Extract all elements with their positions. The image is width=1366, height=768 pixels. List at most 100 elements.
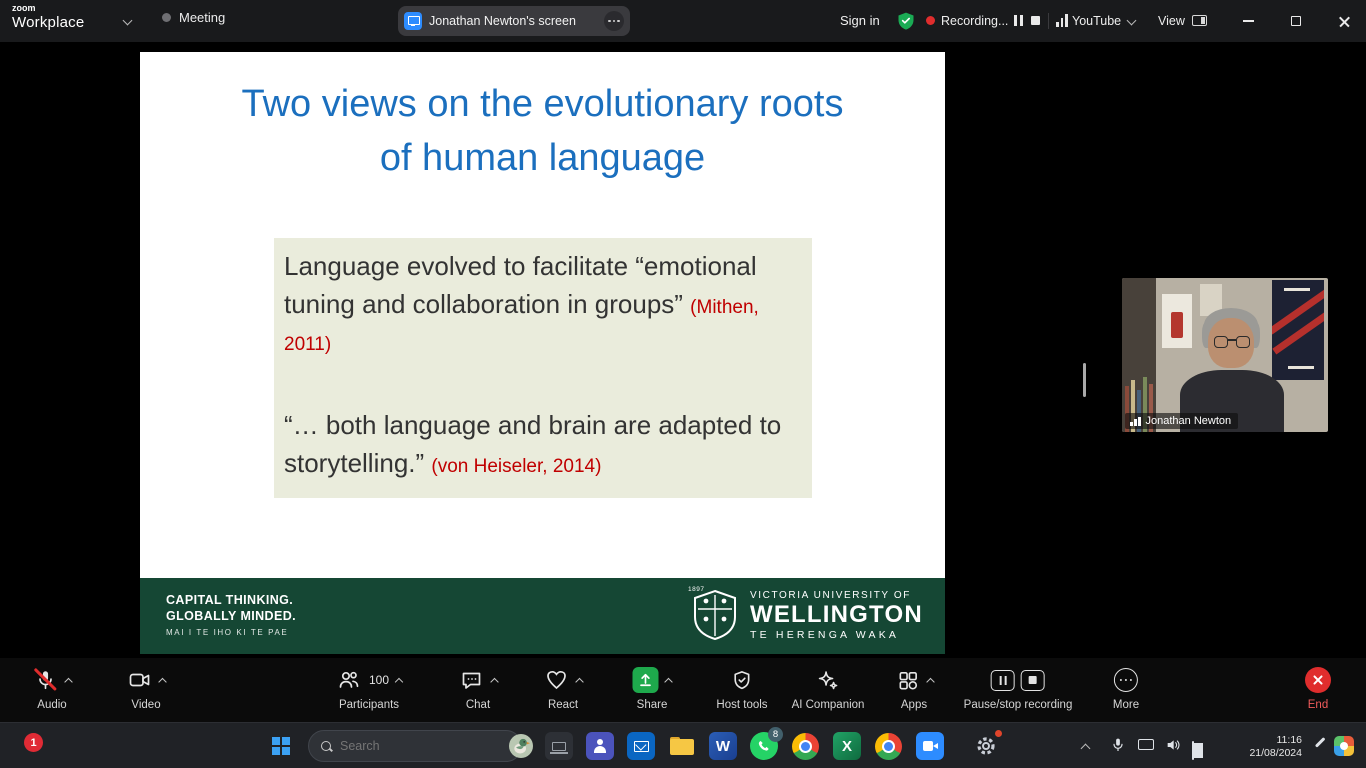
- apps-grid-icon: [895, 667, 921, 693]
- excel-icon[interactable]: X: [833, 732, 861, 760]
- audio-label: Audio: [37, 699, 66, 711]
- security-shield-icon[interactable]: [896, 11, 916, 31]
- close-button[interactable]: [1324, 0, 1364, 42]
- settings-alert-dot: [995, 730, 1002, 737]
- sign-in-button[interactable]: Sign in: [840, 13, 880, 28]
- footer-right-line2: WELLINGTON: [750, 601, 923, 629]
- zoom-app-icon[interactable]: [916, 732, 944, 760]
- apps-chevron-icon[interactable]: [926, 677, 934, 685]
- notification-badge[interactable]: 1: [24, 733, 43, 752]
- file-explorer-icon[interactable]: [668, 732, 696, 760]
- tab-shared-screen[interactable]: Jonathan Newton's screen: [398, 6, 630, 36]
- end-label: End: [1308, 699, 1328, 711]
- recording-indicator-icon: [926, 16, 935, 25]
- excel-letter: X: [842, 738, 852, 755]
- chrome-icon[interactable]: [791, 732, 819, 760]
- end-button[interactable]: End: [1305, 666, 1331, 711]
- start-button[interactable]: [272, 737, 289, 754]
- share-chevron-icon[interactable]: [664, 677, 672, 685]
- react-chevron-icon[interactable]: [575, 677, 583, 685]
- audio-chevron-icon[interactable]: [64, 677, 72, 685]
- chrome-icon-2[interactable]: [874, 732, 902, 760]
- react-label: React: [548, 699, 578, 711]
- pause-stop-recording-label: Pause/stop recording: [964, 699, 1073, 711]
- maximize-button[interactable]: [1276, 0, 1316, 42]
- screen-share-icon: [404, 12, 422, 30]
- heart-icon: [544, 667, 570, 693]
- tray-expand-icon[interactable]: [1082, 739, 1089, 757]
- tray-battery-icon[interactable]: [1192, 741, 1194, 760]
- share-label: Share: [637, 699, 668, 711]
- view-button[interactable]: View: [1158, 14, 1185, 28]
- end-call-icon: [1305, 667, 1331, 693]
- panel-resize-handle[interactable]: [1083, 363, 1086, 397]
- clock-date: 21/08/2024: [1236, 747, 1302, 760]
- more-ellipsis-icon: [1114, 668, 1138, 692]
- outlook-icon[interactable]: [627, 732, 655, 760]
- participants-count: 100: [369, 673, 389, 687]
- tray-volume-icon[interactable]: [1164, 737, 1182, 753]
- minimize-button[interactable]: [1228, 0, 1268, 42]
- recording-status-label: Recording...: [941, 14, 1008, 28]
- participants-button[interactable]: 100 Participants: [336, 666, 402, 711]
- taskbar-search[interactable]: [308, 730, 522, 762]
- whatsapp-icon[interactable]: 8: [750, 732, 778, 760]
- taskbar-clock[interactable]: 11:16 21/08/2024: [1236, 734, 1302, 760]
- participant-video-tile[interactable]: Jonathan Newton: [1122, 278, 1328, 432]
- search-input[interactable]: [340, 739, 501, 753]
- shield-icon: [729, 667, 755, 693]
- screen-tab-options-button[interactable]: [604, 11, 624, 31]
- tray-color-app-icon[interactable]: [1334, 736, 1354, 756]
- recording-controls: Pause/stop recording: [964, 666, 1073, 711]
- microphone-muted-icon: [33, 667, 59, 693]
- tab-meeting[interactable]: Meeting: [162, 10, 225, 25]
- view-layout-icon[interactable]: [1192, 15, 1207, 26]
- recording-stop-button[interactable]: [1031, 16, 1040, 25]
- person-glasses: [1214, 336, 1250, 349]
- apps-button[interactable]: Apps: [895, 666, 934, 711]
- participants-label: Participants: [339, 699, 399, 711]
- chat-button[interactable]: Chat: [459, 666, 498, 711]
- tray-microphone-icon[interactable]: [1110, 736, 1126, 754]
- quote1-text: Language evolved to facilitate “emotiona…: [284, 251, 757, 319]
- pause-recording-button[interactable]: [991, 670, 1015, 691]
- maximize-icon: [1291, 16, 1301, 26]
- workplace-logo-text: Workplace: [12, 14, 84, 31]
- meeting-toolbar: Audio Video 100 Participants: [0, 658, 1366, 722]
- word-icon[interactable]: W: [709, 732, 737, 760]
- react-button[interactable]: React: [544, 666, 583, 711]
- shared-screen-tab-label: Jonathan Newton's screen: [429, 14, 597, 28]
- slide-quote-box: Language evolved to facilitate “emotiona…: [274, 238, 812, 498]
- ai-companion-button[interactable]: AI Companion: [792, 666, 865, 711]
- tray-cast-icon[interactable]: [1138, 739, 1154, 750]
- youtube-chevron-down-icon[interactable]: [1127, 16, 1137, 26]
- wall-poster-right: [1272, 280, 1324, 380]
- workspace-chevron-down-icon[interactable]: [123, 16, 133, 26]
- recording-pause-button[interactable]: [1014, 15, 1023, 26]
- live-stream-icon: [1056, 14, 1068, 27]
- topbar-divider: [1048, 13, 1049, 29]
- chat-chevron-icon[interactable]: [490, 677, 498, 685]
- stop-recording-button[interactable]: [1021, 670, 1045, 691]
- footer-left-line3: MAI I TE IHO KI TE PAE: [166, 628, 296, 637]
- quote-paragraph-2: “… both language and brain are adapted t…: [284, 407, 802, 482]
- video-chevron-icon[interactable]: [158, 677, 166, 685]
- university-wordmark: VICTORIA UNIVERSITY OF WELLINGTON TE HER…: [750, 590, 923, 641]
- university-crest-icon: [693, 589, 737, 641]
- settings-gear-icon[interactable]: [972, 732, 1000, 760]
- chat-icon: [459, 667, 485, 693]
- teams-icon[interactable]: [586, 732, 614, 760]
- youtube-stream-button[interactable]: YouTube: [1072, 14, 1121, 28]
- monitor-app-icon[interactable]: [545, 732, 573, 760]
- participants-chevron-icon[interactable]: [395, 677, 403, 685]
- word-letter: W: [716, 738, 730, 755]
- host-tools-button[interactable]: Host tools: [716, 666, 767, 711]
- share-button[interactable]: Share: [633, 666, 672, 711]
- audio-button[interactable]: Audio: [33, 666, 72, 711]
- clock-time: 11:16: [1236, 734, 1302, 747]
- windows-taskbar: 1 W 8 X: [0, 722, 1366, 768]
- whatsapp-badge: 8: [768, 727, 783, 742]
- video-button[interactable]: Video: [127, 666, 166, 711]
- more-button[interactable]: More: [1113, 666, 1139, 711]
- search-highlight-bird-icon[interactable]: [509, 734, 533, 758]
